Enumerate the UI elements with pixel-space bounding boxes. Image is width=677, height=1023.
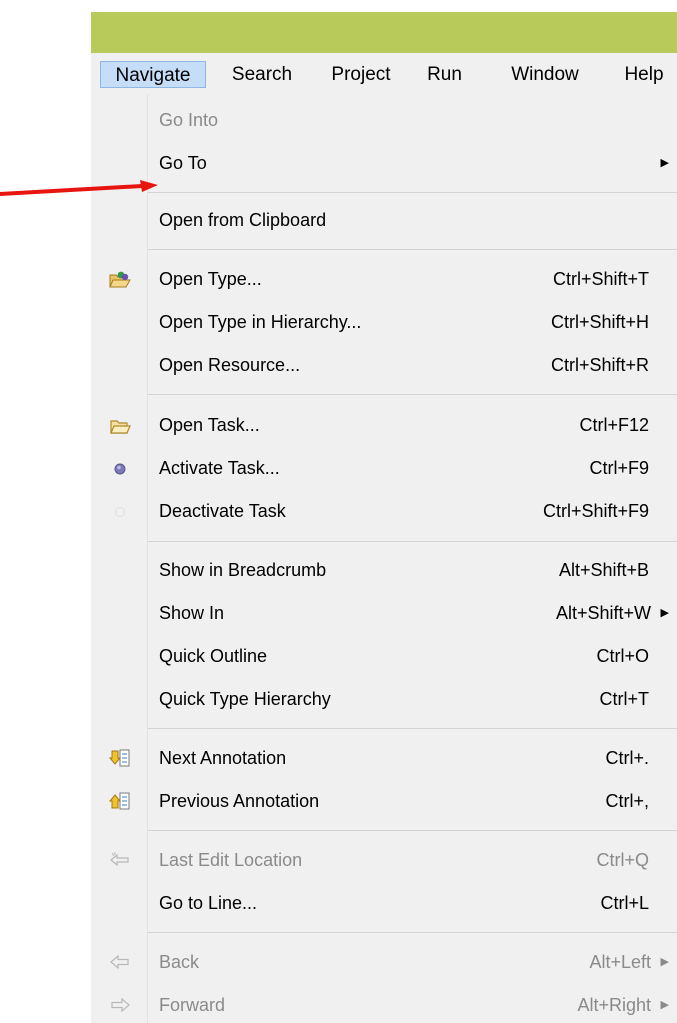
menu-item-go-into[interactable]: Go Into <box>91 102 677 138</box>
deactivate-task-icon <box>114 506 126 518</box>
menu-bar: Navigate Search Project Run Window Help <box>91 53 677 94</box>
menu-item-show-in[interactable]: Show In Alt+Shift+W ▶ <box>91 595 677 631</box>
menu-item-label: Previous Annotation <box>159 791 320 811</box>
shortcut-label: Ctrl+T <box>599 689 650 709</box>
menu-item-label: Open Resource... <box>159 355 301 375</box>
menu-navigate[interactable]: Navigate <box>100 61 206 88</box>
shortcut-label: Ctrl+F9 <box>589 458 649 478</box>
forward-arrow-icon <box>111 997 130 1013</box>
back-arrow-icon <box>110 954 129 970</box>
menu-item-label: Back <box>159 952 200 972</box>
menu-item-label: Deactivate Task <box>159 501 286 521</box>
menu-item-label: Open Type... <box>159 269 262 289</box>
submenu-arrow-icon: ▶ <box>660 157 669 169</box>
menu-item-previous-annotation[interactable]: Previous Annotation Ctrl+, <box>91 783 677 819</box>
menu-project[interactable]: Project <box>317 61 405 88</box>
menu-item-label: Go To <box>159 153 207 173</box>
menu-item-label: Open from Clipboard <box>159 210 327 230</box>
shortcut-label: Ctrl+Shift+R <box>550 355 649 375</box>
menu-item-label: Open Task... <box>159 415 260 435</box>
next-annotation-icon <box>109 749 130 767</box>
open-task-icon <box>110 420 131 434</box>
menu-item-label: Forward <box>159 995 226 1015</box>
navigate-dropdown-menu: Go Into Go To ▶ Open from Clipboard Open… <box>91 94 677 1023</box>
menu-item-label: Last Edit Location <box>159 850 303 870</box>
shortcut-label: Alt+Left <box>589 952 651 972</box>
shortcut-label: Ctrl+Q <box>596 850 649 870</box>
submenu-arrow-icon: ▶ <box>660 607 669 619</box>
menu-separator <box>148 728 677 729</box>
menu-separator <box>148 192 677 193</box>
menu-item-label: Next Annotation <box>159 748 287 768</box>
shortcut-label: Alt+Shift+W <box>555 603 651 623</box>
submenu-arrow-icon: ▶ <box>660 999 669 1011</box>
menu-item-go-to[interactable]: Go To ▶ <box>91 145 677 181</box>
shortcut-label: Ctrl+F12 <box>579 415 649 435</box>
shortcut-label: Ctrl+, <box>605 791 649 811</box>
menu-item-quick-outline[interactable]: Quick Outline Ctrl+O <box>91 638 677 674</box>
menu-item-last-edit-location[interactable]: Last Edit Location Ctrl+Q <box>91 842 677 878</box>
shortcut-label: Ctrl+L <box>600 893 649 913</box>
menu-item-next-annotation[interactable]: Next Annotation Ctrl+. <box>91 740 677 776</box>
menu-separator <box>148 932 677 933</box>
open-type-icon <box>109 271 131 288</box>
activate-task-icon <box>114 463 126 475</box>
submenu-arrow-icon: ▶ <box>660 956 669 968</box>
menu-separator <box>148 249 677 250</box>
menu-item-deactivate-task[interactable]: Deactivate Task Ctrl+Shift+F9 <box>91 493 677 529</box>
shortcut-label: Alt+Shift+B <box>558 560 649 580</box>
shortcut-label: Ctrl+Shift+H <box>550 312 649 332</box>
annotation-arrow-icon <box>0 180 158 196</box>
menu-item-show-in-breadcrumb[interactable]: Show in Breadcrumb Alt+Shift+B <box>91 552 677 588</box>
menu-item-label: Quick Type Hierarchy <box>159 689 331 709</box>
menu-item-back[interactable]: Back Alt+Left ▶ <box>91 944 677 980</box>
shortcut-label: Ctrl+O <box>596 646 649 666</box>
menu-item-label: Activate Task... <box>159 458 280 478</box>
menu-item-forward[interactable]: Forward Alt+Right ▶ <box>91 987 677 1023</box>
window-title-bar <box>91 12 677 53</box>
menu-window[interactable]: Window <box>497 61 593 88</box>
menu-item-label: Go Into <box>159 110 219 130</box>
shortcut-label: Ctrl+Shift+F9 <box>542 501 649 521</box>
shortcut-label: Ctrl+. <box>605 748 649 768</box>
menu-item-open-from-clipboard[interactable]: Open from Clipboard <box>91 202 677 238</box>
menu-item-label: Show In <box>159 603 225 623</box>
menu-help[interactable]: Help <box>615 61 673 88</box>
menu-search[interactable]: Search <box>222 61 302 88</box>
last-edit-location-icon <box>110 852 129 867</box>
shortcut-label: Ctrl+Shift+T <box>552 269 649 289</box>
menu-separator <box>148 394 677 395</box>
menu-item-label: Open Type in Hierarchy... <box>159 312 362 332</box>
menu-separator <box>148 541 677 542</box>
menu-item-open-task[interactable]: Open Task... Ctrl+F12 <box>91 407 677 443</box>
menu-item-open-type-in-hierarchy[interactable]: Open Type in Hierarchy... Ctrl+Shift+H <box>91 304 677 340</box>
previous-annotation-icon <box>109 792 130 810</box>
menu-item-activate-task[interactable]: Activate Task... Ctrl+F9 <box>91 450 677 486</box>
menu-item-label: Quick Outline <box>159 646 268 666</box>
menu-item-label: Go to Line... <box>159 893 258 913</box>
menu-item-open-type[interactable]: Open Type... Ctrl+Shift+T <box>91 261 677 297</box>
menu-item-label: Show in Breadcrumb <box>159 560 327 580</box>
menu-item-quick-type-hierarchy[interactable]: Quick Type Hierarchy Ctrl+T <box>91 681 677 717</box>
shortcut-label: Alt+Right <box>577 995 651 1015</box>
menu-separator <box>148 830 677 831</box>
menu-item-go-to-line[interactable]: Go to Line... Ctrl+L <box>91 885 677 921</box>
menu-item-open-resource[interactable]: Open Resource... Ctrl+Shift+R <box>91 347 677 383</box>
menu-run[interactable]: Run <box>422 61 467 88</box>
